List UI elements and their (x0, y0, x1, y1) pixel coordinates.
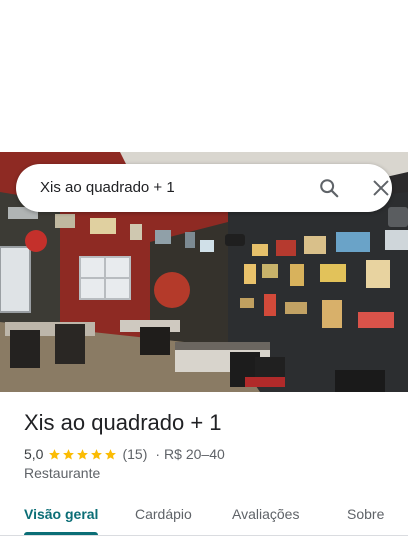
rating-value: 5,0 (24, 446, 44, 462)
review-count[interactable]: (15) (122, 446, 147, 462)
rating-row[interactable]: 5,0 (15) · R$ 20–40 (24, 445, 225, 463)
price-range: R$ 20–40 (164, 446, 225, 462)
place-page: Xis ao quadrado + 1 Xis ao quadrado + 1 … (0, 0, 408, 544)
star-icon (91, 448, 103, 459)
star-icon (105, 448, 117, 459)
star-icon (77, 448, 89, 459)
star-rating (48, 448, 118, 461)
close-icon[interactable] (370, 177, 392, 199)
tabs-divider (0, 535, 408, 536)
tab-about[interactable]: Sobre (347, 494, 384, 534)
star-icon (49, 448, 61, 459)
place-category: Restaurante (24, 465, 101, 481)
separator-dot: · (155, 446, 161, 462)
search-icon[interactable] (318, 177, 340, 199)
place-title: Xis ao quadrado + 1 (24, 410, 222, 435)
tab-overview[interactable]: Visão geral (24, 494, 98, 534)
search-query-text[interactable]: Xis ao quadrado + 1 (40, 164, 175, 212)
star-icon (63, 448, 75, 459)
place-tabs: Visão geral Cardápio Avaliações Sobre (0, 494, 408, 536)
tab-menu[interactable]: Cardápio (135, 494, 192, 534)
tab-reviews[interactable]: Avaliações (232, 494, 299, 534)
search-bar[interactable]: Xis ao quadrado + 1 (16, 164, 392, 212)
